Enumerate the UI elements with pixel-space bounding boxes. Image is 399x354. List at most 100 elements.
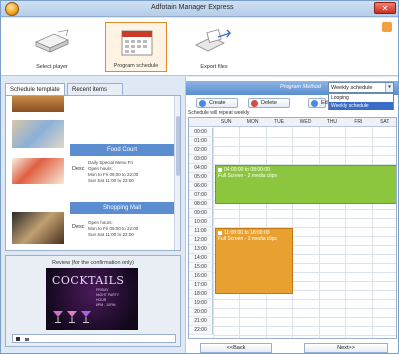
ribbon: Select player Program schedule Export fi… [1,18,398,76]
seek-handle[interactable] [25,338,29,341]
navigation-bar: <<Back Next>> [186,343,398,353]
time-slot-label: 17:00 [189,281,213,290]
export-files-label: Export files [200,64,228,70]
select-player-button[interactable]: Select player [25,22,79,72]
grid-row-line [213,317,396,318]
time-slot-label: 15:00 [189,263,213,272]
template-thumbnail[interactable] [12,96,64,112]
calendar-icon [121,30,153,56]
template-header[interactable]: Food Court [70,144,174,156]
window-title: Adfotain Manager Express [151,4,234,11]
edit-button[interactable]: Ed [308,98,328,108]
day-header-thu: THU [326,119,338,125]
grid-row-line [213,335,396,336]
delete-button[interactable]: Delete [248,98,290,108]
checkbox-icon[interactable] [218,167,222,172]
grid-row-line [213,326,396,327]
program-method-label: Program Method [280,84,321,90]
time-slot-label: 13:00 [189,245,213,254]
program-method-value: Weekly schedule [331,85,373,91]
desc-line: Sun Sat 11:00 to 22:00 [88,232,134,237]
stop-icon[interactable] [16,337,20,341]
schedule-panel: Program Method Weekly schedule ▾ Looping… [185,77,398,353]
time-slot-label: 02:00 [189,146,213,155]
schedule-event[interactable]: 11:00:00 to 18:00:00 Full Screen - 3 medi… [215,228,293,294]
day-header-tue: TUE [274,119,285,125]
time-slot-label: 19:00 [189,299,213,308]
time-slot-label: 20:00 [189,308,213,317]
template-list: Food Court Desc Daily Special Menu Fri O… [5,95,181,251]
option-weekly-schedule[interactable]: Weekly schedule [329,102,393,110]
program-schedule-button[interactable]: Program schedule [105,22,167,72]
app-window: Adfotain Manager Express ✕ Select player [0,0,399,354]
time-slot-label: 12:00 [189,236,213,245]
time-slot-label: 01:00 [189,137,213,146]
time-slot-label: 11:00 [189,227,213,236]
template-scrollbar[interactable] [174,96,180,250]
help-icon[interactable] [382,22,392,32]
app-menu-orb-icon[interactable] [5,2,19,16]
template-thumbnail[interactable] [12,212,64,244]
create-button[interactable]: Create [196,98,238,108]
template-description: Open hours: Mon to Fri 09:00 to 22:00 Su… [88,220,172,238]
poster-subtitle: FRIDAY NIGHT PARTY HOUR 8PM - 10PM [96,288,119,308]
option-looping[interactable]: Looping [329,94,393,102]
grid-row-line [213,137,396,138]
grid-row-line [213,299,396,300]
time-slot-label: 07:00 [189,191,213,200]
desc-label: Desc [72,224,85,230]
poster-line: 8PM - 10PM [96,303,116,307]
glass-icon [81,311,91,323]
title-bar: Adfotain Manager Express ✕ [1,1,398,17]
back-button[interactable]: <<Back [200,343,272,353]
scrollbar-thumb[interactable] [176,116,180,176]
event-label: Full Screen - 3 media clips [218,236,277,242]
day-header-sat: SAT [380,119,390,125]
grid-row-line [213,146,396,147]
day-header-sun: SUN [220,119,232,125]
time-slot-label: 21:00 [189,317,213,326]
template-thumbnail[interactable] [12,120,64,148]
chevron-down-icon[interactable]: ▾ [385,83,393,92]
time-slot-label: 04:00 [189,164,213,173]
time-slot-label: 06:00 [189,182,213,191]
repeat-label: Schedule will repeat weekly [188,110,250,116]
time-slot-label: 08:00 [189,200,213,209]
program-method-options: Looping Weekly schedule [328,93,394,110]
template-description: Daily Special Menu Fri Open hours: Mon t… [88,160,172,184]
schedule-event[interactable]: 04:00:00 to 08:00:00 Full Screen - 2 medi… [215,165,396,204]
tab-schedule-template[interactable]: Schedule template [5,83,65,95]
time-slot-label: 10:00 [189,218,213,227]
delete-label: Delete [261,100,277,106]
time-slot-label: 22:00 [189,326,213,335]
glass-icon [67,311,77,323]
day-header-fri: FRI [354,119,363,125]
select-player-label: Select player [36,64,68,70]
day-header-row: SUN MON TUE WED THU FRI SAT [189,118,396,127]
create-label: Create [209,100,226,106]
grid-row-line [213,209,396,210]
grid-row-line [213,218,396,219]
export-files-button[interactable]: Export files [187,22,241,72]
template-header[interactable]: Shopping Mall [70,202,174,214]
media-player-bar [12,334,176,343]
time-slot-label: 03:00 [189,155,213,164]
create-icon [199,100,206,107]
next-button[interactable]: Next>> [304,343,388,353]
tab-recent-items[interactable]: Recent items [67,83,123,95]
checkbox-icon[interactable] [218,230,222,235]
grid-row-line [213,155,396,156]
program-method-select[interactable]: Weekly schedule ▾ [328,82,394,93]
close-button[interactable]: ✕ [374,2,396,14]
time-slot-label: 09:00 [189,209,213,218]
poster-title: COCKTAILS [52,274,125,287]
time-slot-label: 16:00 [189,272,213,281]
time-slot-label: 05:00 [189,173,213,182]
weekly-schedule-grid[interactable]: SUN MON TUE WED THU FRI SAT 00:00 01:00 02:00 03:… [188,117,397,339]
player-device-icon [35,29,69,53]
day-header-mon: MON [246,119,259,125]
edit-label: Ed [321,100,328,106]
edit-icon [311,100,318,107]
template-thumbnail[interactable] [12,158,64,184]
export-icon [195,29,232,52]
